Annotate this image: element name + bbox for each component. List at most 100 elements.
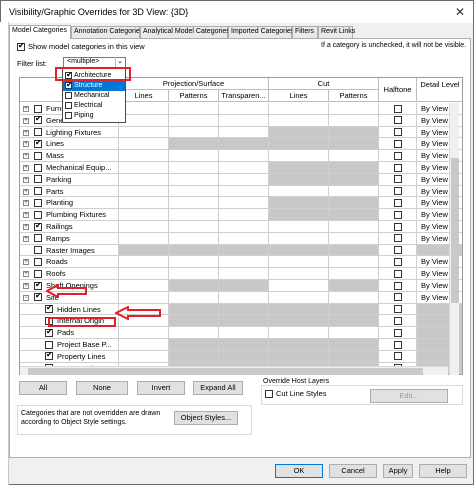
detail-level-value[interactable]: By View xyxy=(421,128,448,137)
detail-level-value[interactable]: By View xyxy=(421,139,448,148)
expand-icon[interactable]: + xyxy=(23,188,29,195)
invert-button[interactable]: Invert xyxy=(137,381,185,395)
vertical-scroll-thumb[interactable] xyxy=(451,158,459,303)
cell-cutlines[interactable] xyxy=(269,103,329,115)
cell-cutlines[interactable] xyxy=(269,209,329,221)
cell-cutpatterns[interactable] xyxy=(329,256,379,269)
tab-annotation-categories[interactable]: Annotation Categories xyxy=(71,26,143,38)
halftone-checkbox[interactable] xyxy=(394,257,402,266)
table-row[interactable]: + Ramps By View xyxy=(20,232,462,245)
cell-cutlines[interactable] xyxy=(269,185,329,198)
halftone-checkbox[interactable] xyxy=(394,281,402,290)
cell-transparency[interactable] xyxy=(219,339,269,351)
tab-imported-categories[interactable]: Imported Categories xyxy=(228,26,294,38)
expand-icon[interactable]: + xyxy=(23,141,29,148)
visibility-checkbox[interactable] xyxy=(45,327,53,337)
cell-lines[interactable] xyxy=(119,280,169,292)
halftone-checkbox[interactable] xyxy=(394,222,402,231)
detail-level-value[interactable]: By View xyxy=(421,210,448,219)
halftone-checkbox[interactable] xyxy=(394,163,402,172)
cell-patterns[interactable] xyxy=(169,268,219,280)
cell-lines[interactable] xyxy=(119,173,169,186)
cell-transparency[interactable] xyxy=(219,232,269,245)
detail-level-value[interactable]: By View xyxy=(421,234,448,243)
cell-patterns[interactable] xyxy=(169,244,219,257)
dropdown-item-checkbox[interactable] xyxy=(65,102,72,109)
visibility-checkbox[interactable] xyxy=(34,198,42,207)
expand-icon[interactable]: + xyxy=(23,106,29,112)
cell-lines[interactable] xyxy=(119,114,169,127)
cell-transparency[interactable] xyxy=(219,162,269,174)
cell-transparency[interactable] xyxy=(219,173,269,186)
visibility-checkbox[interactable] xyxy=(34,291,42,302)
detail-level-value[interactable]: By View xyxy=(421,198,448,207)
cell-transparency[interactable] xyxy=(219,185,269,198)
cell-lines[interactable] xyxy=(119,339,169,351)
halftone-checkbox[interactable] xyxy=(394,116,402,125)
detail-level-value[interactable]: By View xyxy=(421,116,448,125)
cell-lines[interactable] xyxy=(119,162,169,174)
visibility-checkbox[interactable] xyxy=(34,175,42,184)
cell-patterns[interactable] xyxy=(169,162,219,174)
table-row[interactable]: + Mechanical Equip... By View xyxy=(20,162,462,174)
cell-lines[interactable] xyxy=(119,150,169,162)
dropdown-item-mechanical[interactable]: Mechanical xyxy=(63,91,125,101)
cell-cutpatterns[interactable] xyxy=(329,126,379,139)
visibility-checkbox[interactable] xyxy=(34,246,42,255)
table-row[interactable]: Pads xyxy=(20,327,462,339)
table-row[interactable]: Project Base P... xyxy=(20,339,462,351)
expand-icon[interactable]: + xyxy=(23,235,29,242)
visibility-checkbox[interactable] xyxy=(34,269,42,278)
halftone-checkbox[interactable] xyxy=(394,175,402,184)
expand-icon[interactable]: + xyxy=(23,212,29,219)
table-row[interactable]: + Mass By View xyxy=(20,150,462,162)
expand-icon[interactable]: + xyxy=(23,200,29,207)
expand-icon[interactable]: + xyxy=(23,153,29,160)
cell-transparency[interactable] xyxy=(219,197,269,210)
visibility-checkbox[interactable] xyxy=(34,234,42,243)
cell-transparency[interactable] xyxy=(219,114,269,127)
detail-level-value[interactable]: By View xyxy=(421,187,448,196)
cell-cutlines[interactable] xyxy=(269,291,329,304)
table-row[interactable]: + Railings By View xyxy=(20,221,462,233)
cell-transparency[interactable] xyxy=(219,350,269,363)
cell-cutpatterns[interactable] xyxy=(329,303,379,316)
cell-cutpatterns[interactable] xyxy=(329,280,379,292)
visibility-checkbox[interactable] xyxy=(45,303,53,314)
visibility-checkbox[interactable] xyxy=(34,128,42,137)
cell-cutpatterns[interactable] xyxy=(329,150,379,162)
cell-cutpatterns[interactable] xyxy=(329,114,379,127)
cell-lines[interactable] xyxy=(119,197,169,210)
visibility-checkbox[interactable] xyxy=(34,257,42,266)
close-icon[interactable]: ✕ xyxy=(455,5,465,19)
cell-cutlines[interactable] xyxy=(269,244,329,257)
cell-transparency[interactable] xyxy=(219,327,269,339)
expand-icon[interactable]: + xyxy=(23,283,29,289)
cell-transparency[interactable] xyxy=(219,291,269,304)
cell-patterns[interactable] xyxy=(169,221,219,233)
halftone-checkbox[interactable] xyxy=(394,139,402,148)
cell-cutpatterns[interactable] xyxy=(329,162,379,174)
table-row[interactable]: + Plumbing Fixtures By View xyxy=(20,209,462,221)
dropdown-item-structure[interactable]: Structure xyxy=(63,80,125,91)
cell-patterns[interactable] xyxy=(169,303,219,316)
cell-cutlines[interactable] xyxy=(269,197,329,210)
show-model-categories-checkbox[interactable] xyxy=(17,41,25,51)
cell-cutlines[interactable] xyxy=(269,256,329,269)
expand-icon[interactable]: + xyxy=(23,117,29,124)
cell-patterns[interactable] xyxy=(169,126,219,139)
cell-transparency[interactable] xyxy=(219,303,269,316)
cell-lines[interactable] xyxy=(119,244,169,257)
cell-lines[interactable] xyxy=(119,327,169,339)
dropdown-item-electrical[interactable]: Electrical xyxy=(63,101,125,111)
cell-patterns[interactable] xyxy=(169,327,219,339)
visibility-checkbox[interactable] xyxy=(34,114,42,125)
visibility-checkbox[interactable] xyxy=(34,163,42,172)
visibility-checkbox[interactable] xyxy=(34,138,42,148)
cell-transparency[interactable] xyxy=(219,150,269,162)
cell-patterns[interactable] xyxy=(169,103,219,115)
tab-filters[interactable]: Filters xyxy=(292,26,318,38)
halftone-checkbox[interactable] xyxy=(394,305,402,314)
cell-lines[interactable] xyxy=(119,126,169,139)
dropdown-item-checkbox[interactable] xyxy=(65,92,72,99)
